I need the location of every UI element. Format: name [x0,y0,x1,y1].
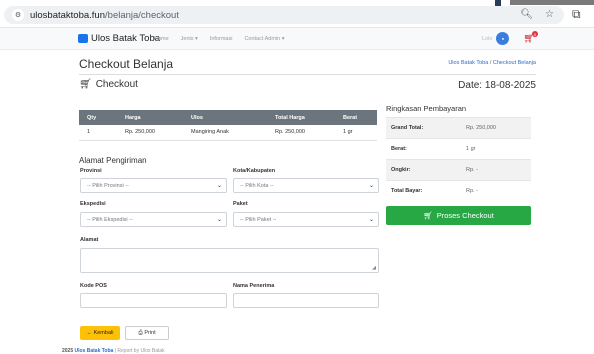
summary-key: Grand Total: [386,117,461,139]
ekspedisi-select-value: -- Pilih Ekspedisi -- [87,216,133,223]
arrow-left-icon: ← [86,330,93,336]
chrome-graphic-bar [510,0,594,5]
summary-key: Total Bayar: [386,180,461,202]
paket-select-value: -- Pilih Paket -- [240,216,277,223]
brand-name: Ulos Batak Toba [91,33,161,44]
provinsi-select[interactable]: -- Pilih Provinsi -- ⌄ [80,178,227,193]
cart-icon: 🛒︎ [79,79,92,90]
cell-ulos: Mangiring Anak [183,125,267,141]
cart-count-badge: 0 [531,31,538,37]
address-bar[interactable]: ⚙ ulosbataktoba.fun/belanja/checkout 🔍︎ … [4,6,564,24]
kode-pos-label: Kode POS [80,283,107,289]
summary-value: Rp. - [461,159,531,181]
nav-links: Home Jenis ▾ Informasi Contact Admin ▾ [154,36,285,42]
nav-informasi[interactable]: Informasi [210,36,233,42]
nama-penerima-label: Nama Penerima [233,283,275,289]
nav-jenis[interactable]: Jenis ▾ [181,36,198,42]
breadcrumb-separator: / [489,60,492,66]
bookmark-star-icon[interactable]: ☆ [545,9,554,20]
cart-icon[interactable]: 🛒︎ 0 [523,31,538,44]
chevron-down-icon: ⌄ [216,217,222,223]
page-title: Checkout Belanja [79,57,174,71]
provinsi-select-value: -- Pilih Provinsi -- [87,182,129,189]
cell-total-harga: Rp. 250,000 [267,125,335,141]
col-ulos: Ulos [183,110,267,125]
breadcrumb-current[interactable]: Checkout Belanja [493,60,536,66]
browser-toolbar: ⚙ ulosbataktoba.fun/belanja/checkout 🔍︎ … [0,0,594,28]
chevron-down-icon: ⌄ [216,183,222,189]
brand-logo-icon [78,34,88,43]
printer-icon: ⎙ [138,329,143,336]
nama-penerima-input[interactable] [233,293,379,308]
table-row: 1 Rp. 250,000 Mangiring Anak Rp. 250,000… [79,125,377,141]
footer-text: | Report by Ulos Batak [114,348,165,354]
summary-value: 1 gr [461,138,531,160]
breadcrumb: Ulos Batak Toba / Checkout Belanja [448,60,536,66]
chevron-down-icon: ⌄ [368,183,374,189]
col-qty: Qty [79,110,117,125]
cart-icon: 🛒︎ [423,211,433,220]
provinsi-label: Provinsi [80,168,102,174]
back-button[interactable]: ← Kembali [80,326,120,340]
cell-berat: 1 gr [335,125,377,141]
shipping-address-title: Alamat Pengiriman [79,156,147,165]
kota-select[interactable]: -- Pilih Kota -- ⌄ [233,178,379,193]
summary-row: Total Bayar: Rp. - [386,180,531,202]
col-total-harga: Total Harga [267,110,335,125]
kode-pos-input[interactable] [80,293,227,308]
nav-home[interactable]: Home [154,36,169,42]
cell-harga: Rp. 250,000 [117,125,183,141]
summary-key: Berat: [386,138,461,160]
nav-user-area: Lolo ● 🛒︎ 0 [482,31,538,45]
alamat-label: Alamat [80,237,99,243]
nav-contact-admin[interactable]: Contact Admin ▾ [244,36,284,42]
footer: 2025 Ulos Batak Toba | Report by Ulos Ba… [62,348,165,354]
chevron-down-icon: ⌄ [368,217,374,223]
print-button[interactable]: ⎙ Print [125,326,169,340]
kota-label: Kota/Kabupaten [233,168,276,174]
checkout-heading: 🛒︎ Checkout [79,79,138,90]
site-info-icon[interactable]: ⚙ [12,9,24,21]
resize-grip-icon[interactable]: ◢ [372,265,376,271]
divider [79,74,536,75]
checkout-heading-text: Checkout [95,79,138,90]
breadcrumb-home-link[interactable]: Ulos Batak Toba [448,60,488,66]
col-harga: Harga [117,110,183,125]
ekspedisi-label: Ekspedisi [80,201,106,207]
summary-row: Berat: 1 gr [386,138,531,160]
url-text: ulosbataktoba.fun/belanja/checkout [30,9,179,21]
footer-year: 2025 [62,348,74,354]
paket-label: Paket [233,201,248,207]
summary-title: Ringkasan Pembayaran [386,104,467,113]
table-header-row: Qty Harga Ulos Total Harga Berat [79,110,377,125]
process-checkout-label: Proses Checkout [436,211,494,220]
process-checkout-button[interactable]: 🛒︎ Proses Checkout [386,206,531,225]
zoom-icon[interactable]: 🔍︎ [520,9,533,20]
summary-row: Ongkir: Rp. - [386,159,531,181]
summary-key: Ongkir: [386,159,461,181]
order-items-table: Qty Harga Ulos Total Harga Berat 1 Rp. 2… [79,110,377,141]
user-name[interactable]: Lolo [482,36,492,42]
summary-value: Rp. - [461,180,531,202]
paket-select[interactable]: -- Pilih Paket -- ⌄ [233,212,379,227]
print-label: Print [144,329,156,336]
ekspedisi-select[interactable]: -- Pilih Ekspedisi -- ⌄ [80,212,227,227]
payment-summary-table: Grand Total: Rp. 250,000 Berat: 1 gr Ong… [386,117,531,202]
back-label: Kembali [93,330,114,336]
site-navbar: Ulos Batak Toba Home Jenis ▾ Informasi C… [0,28,594,50]
kota-select-value: -- Pilih Kota -- [240,182,274,189]
brand-link[interactable]: Ulos Batak Toba [78,33,160,44]
alamat-textarea[interactable]: ◢ [80,248,379,273]
footer-brand[interactable]: Ulos Batak Toba [75,348,114,354]
cell-qty: 1 [79,125,117,141]
avatar[interactable]: ● [496,32,510,45]
col-berat: Berat [335,110,377,125]
order-date: Date: 18-08-2025 [458,80,536,91]
extensions-icon[interactable]: ⧉ [572,7,581,22]
summary-row: Grand Total: Rp. 250,000 [386,117,531,139]
summary-value: Rp. 250,000 [461,117,531,139]
